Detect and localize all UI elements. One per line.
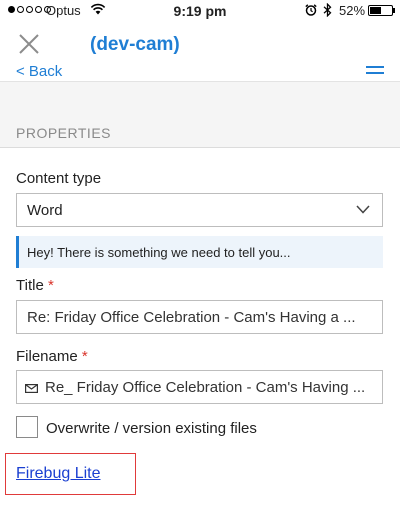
required-marker: * [47, 277, 54, 294]
firebug-lite-link[interactable]: Firebug Lite [16, 465, 101, 483]
filename-input[interactable]: Re_ Friday Office Celebration - Cam's Ha… [16, 370, 383, 404]
overwrite-label[interactable]: Overwrite / version existing files [46, 420, 257, 437]
title-value: Re: Friday Office Celebration - Cam's Ha… [27, 309, 356, 326]
envelope-icon [25, 384, 38, 393]
title-label-text: Title [16, 277, 44, 294]
hamburger-menu-icon[interactable] [366, 66, 384, 76]
menu-line [366, 66, 384, 68]
close-icon[interactable] [18, 33, 40, 55]
bluetooth-icon [323, 3, 332, 17]
required-marker: * [81, 348, 88, 365]
content-type-select[interactable]: Word [16, 193, 383, 227]
filename-label-text: Filename [16, 348, 78, 365]
battery-percentage: 52% [339, 3, 366, 18]
battery-level-fill [370, 7, 381, 14]
overwrite-checkbox[interactable] [16, 416, 38, 438]
battery-terminal [393, 8, 395, 13]
navigation-bar: < Back [0, 62, 400, 82]
notice-banner: Hey! There is something we need to tell … [16, 236, 383, 268]
section-heading: PROPERTIES [16, 125, 111, 141]
chevron-down-icon [356, 205, 370, 214]
section-header: PROPERTIES [0, 82, 400, 148]
alarm-clock-icon [305, 4, 317, 16]
back-link[interactable]: < Back [16, 63, 62, 80]
notice-text: Hey! There is something we need to tell … [27, 245, 291, 260]
filename-value: Re_ Friday Office Celebration - Cam's Ha… [45, 379, 366, 396]
content-type-label: Content type [16, 170, 102, 187]
title-label: Title * [16, 277, 54, 294]
page-title: (dev-cam) [90, 34, 180, 55]
title-input[interactable]: Re: Friday Office Celebration - Cam's Ha… [16, 300, 383, 334]
content-type-value: Word [27, 202, 63, 219]
battery-icon [368, 5, 393, 16]
status-bar: Optus 9:19 pm 52% [0, 0, 400, 22]
firebug-highlight-box: Firebug Lite [5, 453, 136, 495]
filename-label: Filename * [16, 348, 88, 365]
menu-line [366, 72, 384, 74]
